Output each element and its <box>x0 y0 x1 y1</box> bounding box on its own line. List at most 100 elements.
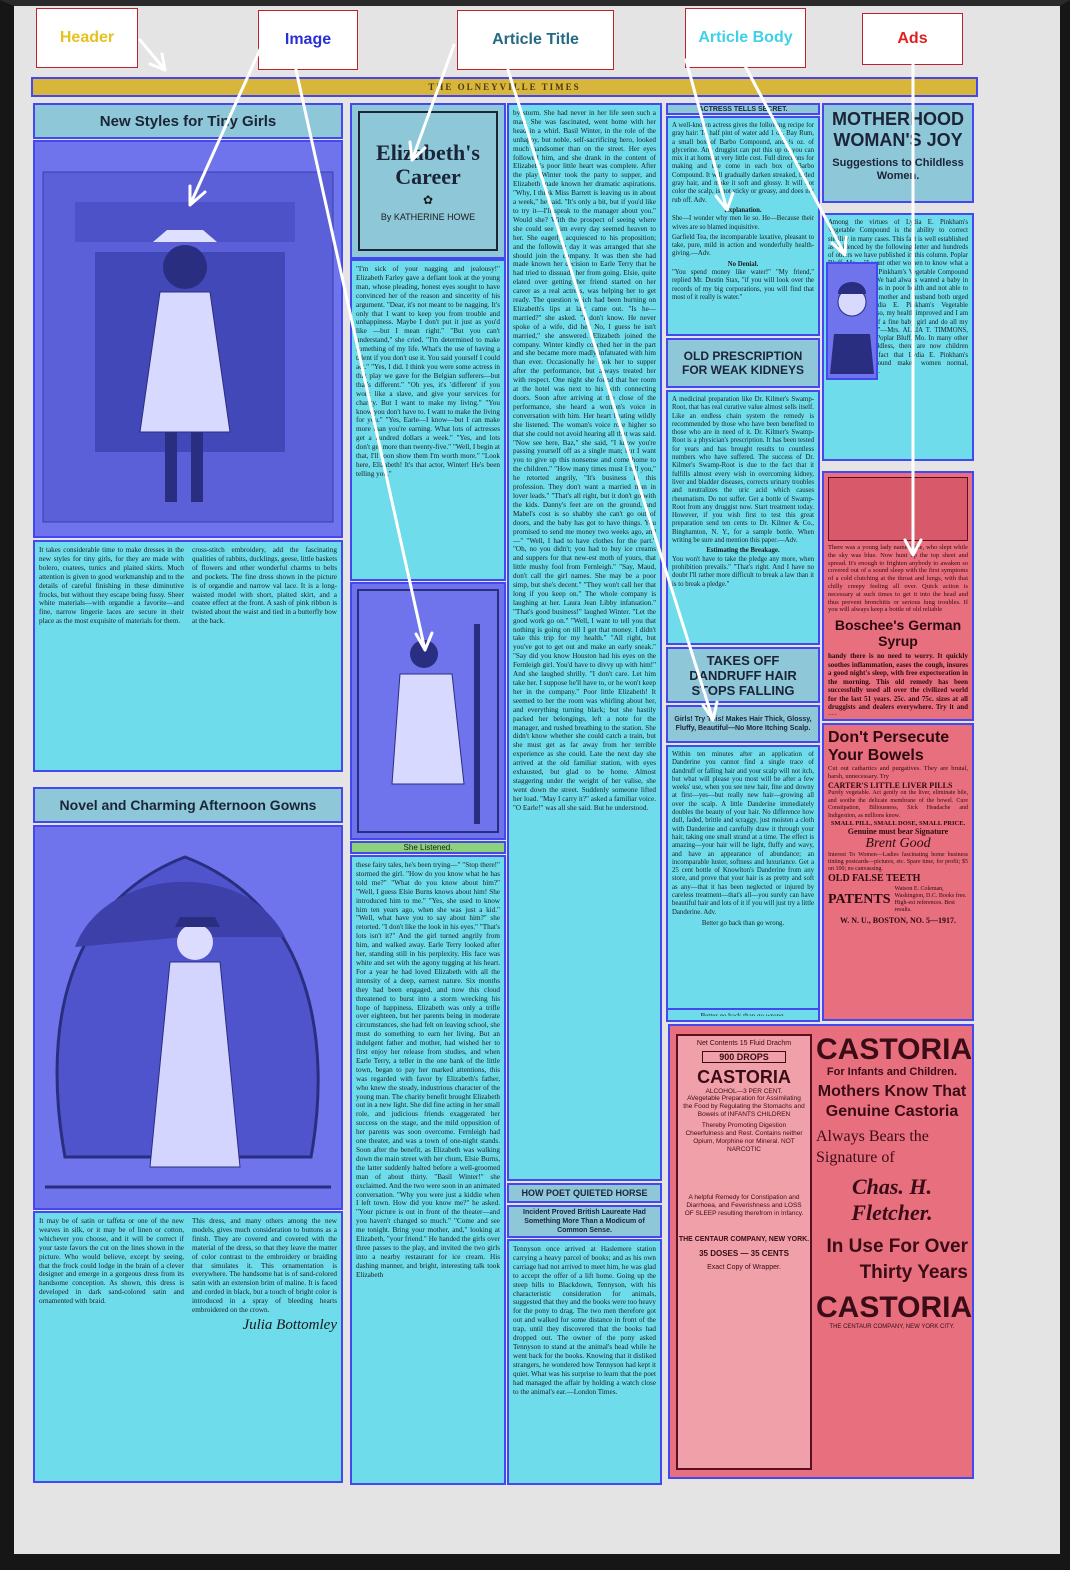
body-new-styles-col1: It takes considerable time to make dress… <box>39 546 184 626</box>
masthead-text: THE OLNEYVILLE TIMES <box>428 82 581 92</box>
castoria-copy: Exact Copy of Wrapper. <box>707 1264 781 1271</box>
no-denial-text: "You spend money like water!" "My friend… <box>672 269 814 301</box>
no-denial-title: No Denial. <box>727 260 759 268</box>
castoria-drops: 900 DROPS <box>702 1051 786 1063</box>
image-woman-parasol <box>33 825 343 1210</box>
legend-header: Header <box>36 8 138 68</box>
body-novel-gowns: It may be of satin or taffeta or one of … <box>33 1211 343 1483</box>
castoria-always: Always Bears the Signature of <box>816 1128 929 1166</box>
title-poet: HOW POET QUIETED HORSE <box>507 1183 662 1203</box>
title-old-prescription-text: OLD PRESCRIPTION FOR WEAK KIDNEYS <box>681 349 804 377</box>
castoria-panel-label: Net Contents 15 Fluid Drachm <box>696 1040 792 1047</box>
castoria-company: THE CENTAUR COMPANY, NEW YORK. <box>678 1236 810 1243</box>
portrait-illustration <box>830 282 874 374</box>
caption-she-listened: She Listened. <box>350 841 506 854</box>
body-dandruff-stack: Within ten minutes after an application … <box>672 751 814 1015</box>
castoria-narcotic: Thereby Promoting Digestion Cheerfulness… <box>685 1122 803 1153</box>
breakage-text: You won't have to take the pledge any mo… <box>672 555 814 588</box>
title-new-styles-text: New Styles for Tiny Girls <box>99 112 277 130</box>
title-dandruff-text: TAKES OFF DANDRUFF HAIR STOPS FALLING <box>689 652 797 698</box>
title-new-styles: New Styles for Tiny Girls <box>33 103 343 139</box>
girl-dress-illustration <box>42 171 334 523</box>
she-listened-illustration <box>357 589 499 833</box>
title-novel-gowns-text: Novel and Charming Afternoon Gowns <box>59 797 317 813</box>
title-dandruff: TAKES OFF DANDRUFF HAIR STOPS FALLING <box>666 647 820 703</box>
ad-carters-title: Don't Persecute Your Bowels <box>828 729 950 764</box>
breakage-title: Estimating the Breakage. <box>706 547 780 555</box>
title-elizabeth: Elizabeth's Career ✿ By KATHERINE HOWE <box>350 103 506 259</box>
castoria-doses: 35 DOSES — 35 CENTS <box>699 1249 789 1258</box>
woman-parasol-illustration <box>45 855 331 1189</box>
explanation-text: She—I wonder why men lie so. He—Because … <box>672 215 814 231</box>
castoria-bottle-name: CASTORIA <box>697 1067 791 1087</box>
bottom-note-text: Better go back than go wrong. <box>700 1012 786 1016</box>
legend-ads: Ads <box>862 13 963 65</box>
garfield-text: Garfield Tea, the incomparable laxative,… <box>672 233 814 258</box>
ad-boschee-illustration <box>828 477 968 541</box>
castoria-mothers: Mothers Know That Genuine Castoria <box>817 1083 967 1120</box>
ad-patents-text: Watson E. Coleman, Washington, D.C. Book… <box>894 886 967 913</box>
legend-article-title: Article Title <box>457 10 614 70</box>
title-actress: ACTRESS TELLS SECRET. <box>666 103 820 115</box>
ad-false-teeth-text: Interest To Women—Ladies fascinating hom… <box>828 852 968 872</box>
castoria-footer-company: THE CENTAUR COMPANY, NEW YORK CITY. <box>829 1324 955 1330</box>
body-poet-text: Tennyson once arrived at Haslemere stati… <box>513 1245 656 1396</box>
title-novel-gowns: Novel and Charming Afternoon Gowns <box>33 787 343 823</box>
body-dandruff: Within ten minutes after an application … <box>666 745 820 1021</box>
image-she-listened <box>350 582 506 840</box>
ad-castoria: Net Contents 15 Fluid Drachm 900 DROPS C… <box>668 1024 974 1479</box>
castoria-prep: AVegetable Preparation for Assimilating … <box>683 1095 805 1118</box>
castoria-headline: CASTORIA <box>816 1033 973 1066</box>
ad-boschee-text: There was a young lady named Sue, who sl… <box>828 544 968 614</box>
body-actress: A well-known actress gives the following… <box>666 116 820 336</box>
ad-carters-signature: Brent Good <box>865 836 931 851</box>
body-elizabeth-c-text: by storm. She had never in her life seen… <box>513 109 656 812</box>
ad-boschee: There was a young lady named Sue, who sl… <box>822 471 974 721</box>
ad-carters-body: Cut out cathartics and purgatives. They … <box>828 765 968 780</box>
castoria-remedy: A helpful Remedy for Constipation and Di… <box>684 1194 804 1217</box>
ad-carters: Don't Persecute Your Bowels Cut out cath… <box>822 723 974 1021</box>
body-new-styles: It takes considerable time to make dress… <box>33 540 343 772</box>
subtitle-poet: Incident Proved British Laureate Had Som… <box>507 1205 662 1238</box>
ad-boschee-tail: handy there is no need to worry. It quic… <box>828 652 968 715</box>
gowns-signature: Julia Bottomley <box>242 1316 337 1333</box>
ornament-icon: ✿ <box>422 192 434 207</box>
ad-motherhood-subheading: Suggestions to Childless Women. <box>832 157 964 182</box>
ad-motherhood-title: MOTHERHOOD WOMAN'S JOY Suggestions to Ch… <box>822 103 974 203</box>
ad-carters-small: SMALL PILL, SMALL DOSE, SMALL PRICE. <box>830 820 966 827</box>
ad-motherhood-heading: MOTHERHOOD WOMAN'S JOY <box>832 109 964 150</box>
legend-article-body: Article Body <box>685 8 806 68</box>
body-bottom-note: Better go back than go wrong. <box>666 1008 820 1022</box>
body-elizabeth-a: "I'm sick of your nagging and jealousy!"… <box>350 259 506 581</box>
ad-boschee-title: Boschee's German Syrup <box>834 617 962 650</box>
title-old-prescription: OLD PRESCRIPTION FOR WEAK KIDNEYS <box>666 338 820 388</box>
ad-motherhood-portrait <box>826 262 878 380</box>
body-kidneys: A medicinal preparation like Dr. Kilmer'… <box>666 390 820 645</box>
castoria-footer: CASTORIA <box>816 1291 973 1324</box>
body-elizabeth-a-text: "I'm sick of your nagging and jealousy!"… <box>356 265 500 478</box>
ad-patents-title: PATENTS <box>828 892 891 907</box>
ad-carters-brand: CARTER'S LITTLE LIVER PILLS <box>828 781 953 790</box>
body-elizabeth-c: by storm. She had never in her life seen… <box>507 103 662 1181</box>
body-poet: Tennyson once arrived at Haslemere stati… <box>507 1239 662 1485</box>
subtitle-poet-text: Incident Proved British Laureate Had Som… <box>523 1209 646 1234</box>
body-new-styles-col2: cross-stitch embroidery, add the fascina… <box>192 546 337 626</box>
dandruff-text: Within ten minutes after an application … <box>672 751 814 916</box>
ad-carters-sub: Purely vegetable. Act gently on the live… <box>828 790 968 819</box>
body-novel-gowns-col2-text: This dress, and many others among the ne… <box>192 1217 337 1315</box>
kidneys-text: A medicinal preparation like Dr. Kilmer'… <box>672 396 814 545</box>
castoria-bottle: Net Contents 15 Fluid Drachm 900 DROPS C… <box>676 1034 812 1470</box>
image-girl-dress <box>33 140 343 538</box>
castoria-alcohol: ALCOHOL—3 PER CENT. <box>705 1088 783 1095</box>
body-elizabeth-b-text: these fairy tales, he's been trying—" "S… <box>356 861 500 1279</box>
title-elizabeth-text: Elizabeth's Career <box>376 139 480 189</box>
body-novel-gowns-col2: This dress, and many others among the ne… <box>192 1217 337 1477</box>
title-poet-text: HOW POET QUIETED HORSE <box>521 1188 648 1198</box>
castoria-for: For Infants and Children. <box>826 1066 958 1078</box>
subtitle-dandruff-text: Girls! Try This! Makes Hair Thick, Gloss… <box>674 716 812 732</box>
castoria-right: CASTORIA For Infants and Children. Mothe… <box>816 1033 973 1471</box>
explanation-title: Explanation. <box>724 206 762 214</box>
body-elizabeth-b: these fairy tales, he's been trying—" "S… <box>350 855 506 1485</box>
castoria-in-use: In Use For Over Thirty Years <box>826 1236 969 1283</box>
wnu-line: W. N. U., BOSTON, NO. 5—1917. <box>839 916 957 925</box>
